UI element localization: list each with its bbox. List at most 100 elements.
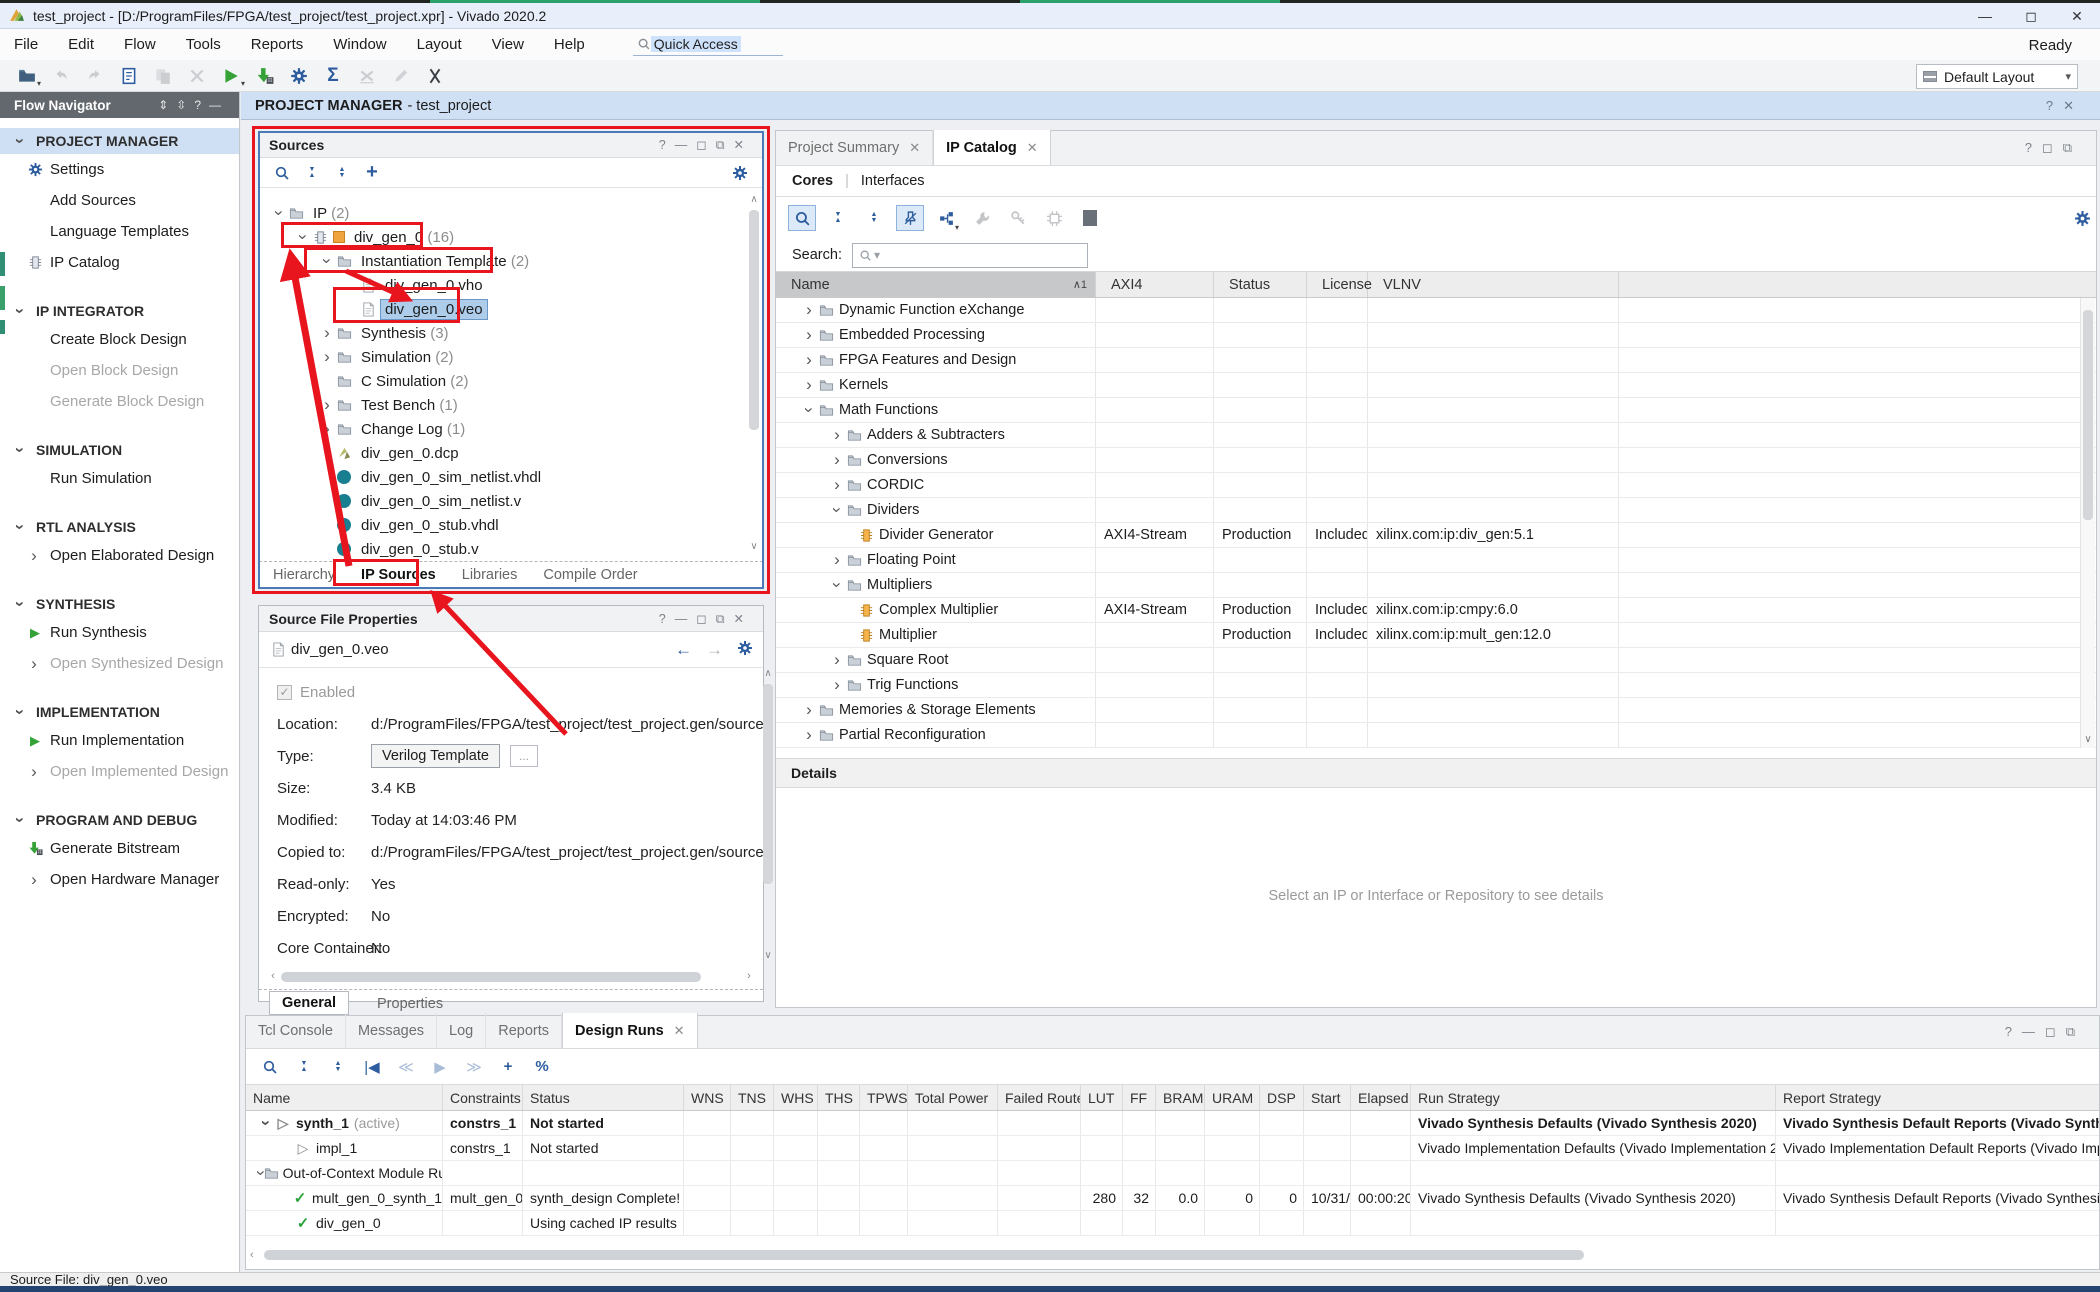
source-tree-item[interactable]: ›div_gen_0.vho — [259, 273, 763, 297]
panel-control-icons[interactable]: ?◻⧉ — [2025, 140, 2082, 156]
flow-item-run-synthesis[interactable]: ▶Run Synthesis — [0, 617, 239, 648]
vertical-scrollbar[interactable]: ∧ ∨ — [747, 194, 761, 555]
settings-gear-icon[interactable] — [282, 63, 316, 89]
ip-table-row[interactable]: ›Memories & Storage Elements — [776, 698, 2096, 723]
minimized-panel-marks[interactable] — [0, 252, 6, 344]
generate-bitstream-icon[interactable] — [248, 63, 282, 89]
menu-file[interactable]: File — [14, 36, 38, 53]
chevron-right-icon[interactable]: › — [319, 350, 335, 364]
ip-chip-icon[interactable] — [1040, 205, 1068, 231]
search-input[interactable]: ▾ — [852, 243, 1088, 268]
add-sources-icon[interactable]: + — [357, 161, 387, 185]
ip-table-row[interactable]: ›Floating Point — [776, 548, 2096, 573]
tab-ip-catalog[interactable]: IP Catalog✕ — [933, 130, 1051, 165]
settings-gear-icon[interactable] — [725, 161, 755, 185]
flow-item-open-block-design[interactable]: Open Block Design — [0, 355, 239, 386]
tab-design-runs[interactable]: Design Runs✕ — [562, 1013, 698, 1048]
ip-table-row[interactable]: ›Trig Functions — [776, 673, 2096, 698]
layout-selector[interactable]: Default Layout ▾ — [1916, 64, 2078, 89]
column-header-tns[interactable]: TNS — [731, 1085, 774, 1110]
chevron-down-icon[interactable]: › — [802, 402, 816, 418]
flow-section-simulation[interactable]: ›SIMULATION — [0, 437, 239, 463]
design-run-row[interactable]: ›▷impl_1constrs_1Not startedVivado Imple… — [246, 1136, 2099, 1161]
column-header-tpws[interactable]: TPWS — [860, 1085, 908, 1110]
source-tree-item[interactable]: ›Change Log (1) — [259, 417, 763, 441]
source-tree-item[interactable]: ›Instantiation Template (2) — [259, 249, 763, 273]
flow-section-ip-integrator[interactable]: ›IP INTEGRATOR — [0, 298, 239, 324]
enabled-checkbox[interactable]: ✓ — [277, 685, 292, 700]
source-tree-item[interactable]: ›div_gen_0.dcp — [259, 441, 763, 465]
flow-section-rtl-analysis[interactable]: ›RTL ANALYSIS — [0, 514, 239, 540]
step-back-icon[interactable]: ≪ — [390, 1054, 422, 1080]
chevron-down-icon[interactable]: › — [259, 1115, 273, 1131]
chevron-right-icon[interactable]: › — [829, 478, 845, 492]
chevron-right-icon[interactable]: › — [801, 353, 817, 367]
menu-tools[interactable]: Tools — [186, 36, 221, 53]
column-header-run-strategy[interactable]: Run Strategy — [1411, 1085, 1776, 1110]
flow-section-implementation[interactable]: ›IMPLEMENTATION — [0, 699, 239, 725]
settings-gear-icon[interactable] — [2068, 205, 2096, 231]
chevron-down-icon[interactable]: › — [13, 303, 27, 319]
menu-flow[interactable]: Flow — [124, 36, 156, 53]
column-header-name[interactable]: Name — [246, 1085, 443, 1110]
column-header-name[interactable]: Name∧1 — [776, 272, 1096, 297]
chevron-down-icon[interactable]: › — [13, 596, 27, 612]
add-repository-icon[interactable]: ▾ — [932, 205, 960, 231]
ip-table-row[interactable]: ›Math Functions — [776, 398, 2096, 423]
redo-icon[interactable] — [78, 63, 112, 89]
chevron-down-icon[interactable]: › — [13, 812, 27, 828]
tab-reports[interactable]: Reports — [486, 1013, 562, 1048]
column-header-total-power[interactable]: Total Power — [908, 1085, 998, 1110]
source-tree-item[interactable]: ›Synthesis (3) — [259, 321, 763, 345]
search-icon[interactable] — [254, 1054, 286, 1080]
ip-table-row[interactable]: ›Dividers — [776, 498, 2096, 523]
pin-filter-icon[interactable] — [896, 205, 924, 231]
chevron-right-icon[interactable]: › — [829, 453, 845, 467]
expand-all-icon[interactable]: ▲▼ — [860, 205, 888, 231]
close-icon[interactable]: ✕ — [674, 1023, 685, 1039]
flow-section-project-manager[interactable]: ›PROJECT MANAGER — [0, 128, 239, 154]
chevron-down-icon[interactable]: › — [830, 577, 844, 593]
design-run-row[interactable]: ›Out-of-Context Module Runs — [246, 1161, 2099, 1186]
column-header-constraints[interactable]: Constraints — [443, 1085, 523, 1110]
close-button[interactable]: ✕ — [2054, 8, 2100, 25]
ip-table-row[interactable]: ›Adders & Subtracters — [776, 423, 2096, 448]
column-header-status[interactable]: Status — [1214, 272, 1307, 297]
ip-table-row[interactable]: ›FPGA Features and Design — [776, 348, 2096, 373]
play-run-icon[interactable]: ▶ — [424, 1054, 456, 1080]
step-forward-icon[interactable]: ≫ — [458, 1054, 490, 1080]
flow-item-add-sources[interactable]: Add Sources — [0, 185, 239, 216]
tab-tcl-console[interactable]: Tcl Console — [246, 1013, 346, 1048]
expand-all-icon[interactable]: ▲▼ — [322, 1054, 354, 1080]
horizontal-scrollbar[interactable]: ‹ › — [267, 970, 755, 985]
menu-reports[interactable]: Reports — [251, 36, 304, 53]
license-key-icon[interactable] — [1004, 205, 1032, 231]
source-tree-item[interactable]: ›C Simulation (2) — [259, 369, 763, 393]
ip-table-row[interactable]: ›Conversions — [776, 448, 2096, 473]
first-run-icon[interactable]: |◀ — [356, 1054, 388, 1080]
workspace-header-icons[interactable]: ?✕ — [2046, 98, 2084, 114]
run-button[interactable]: ▾ — [214, 63, 248, 89]
horizontal-scrollbar[interactable]: ‹ — [250, 1248, 2089, 1263]
open-folder-icon[interactable]: ▾ — [10, 63, 44, 89]
chevron-right-icon[interactable]: › — [829, 653, 845, 667]
flow-item-generate-bitstream[interactable]: Generate Bitstream — [0, 833, 239, 864]
flow-item-generate-block-design[interactable]: Generate Block Design — [0, 386, 239, 417]
cancel-icon[interactable] — [418, 63, 452, 89]
flow-item-open-synthesized-design[interactable]: ›Open Synthesized Design — [0, 648, 239, 679]
flow-item-open-hardware-manager[interactable]: ›Open Hardware Manager — [0, 864, 239, 895]
chevron-down-icon[interactable]: › — [272, 205, 286, 221]
ip-table-row[interactable]: MultiplierProductionIncludedxilinx.com:i… — [776, 623, 2096, 648]
search-icon[interactable] — [267, 161, 297, 185]
menu-help[interactable]: Help — [554, 36, 585, 53]
collapse-all-icon[interactable]: ▼▲ — [288, 1054, 320, 1080]
chevron-right-icon[interactable]: › — [829, 428, 845, 442]
column-header-whs[interactable]: WHS — [774, 1085, 818, 1110]
panel-control-icons[interactable]: ?—◻⧉✕ — [659, 611, 753, 627]
back-arrow-icon[interactable]: ← — [675, 640, 692, 660]
source-tree-item[interactable]: ›div_gen_0_sim_netlist.vhdl — [259, 465, 763, 489]
ip-table-row[interactable]: ›Embedded Processing — [776, 323, 2096, 348]
flow-item-open-implemented-design[interactable]: ›Open Implemented Design — [0, 756, 239, 787]
flow-section-program-and-debug[interactable]: ›PROGRAM AND DEBUG — [0, 807, 239, 833]
minimize-button[interactable]: — — [1962, 8, 2008, 24]
